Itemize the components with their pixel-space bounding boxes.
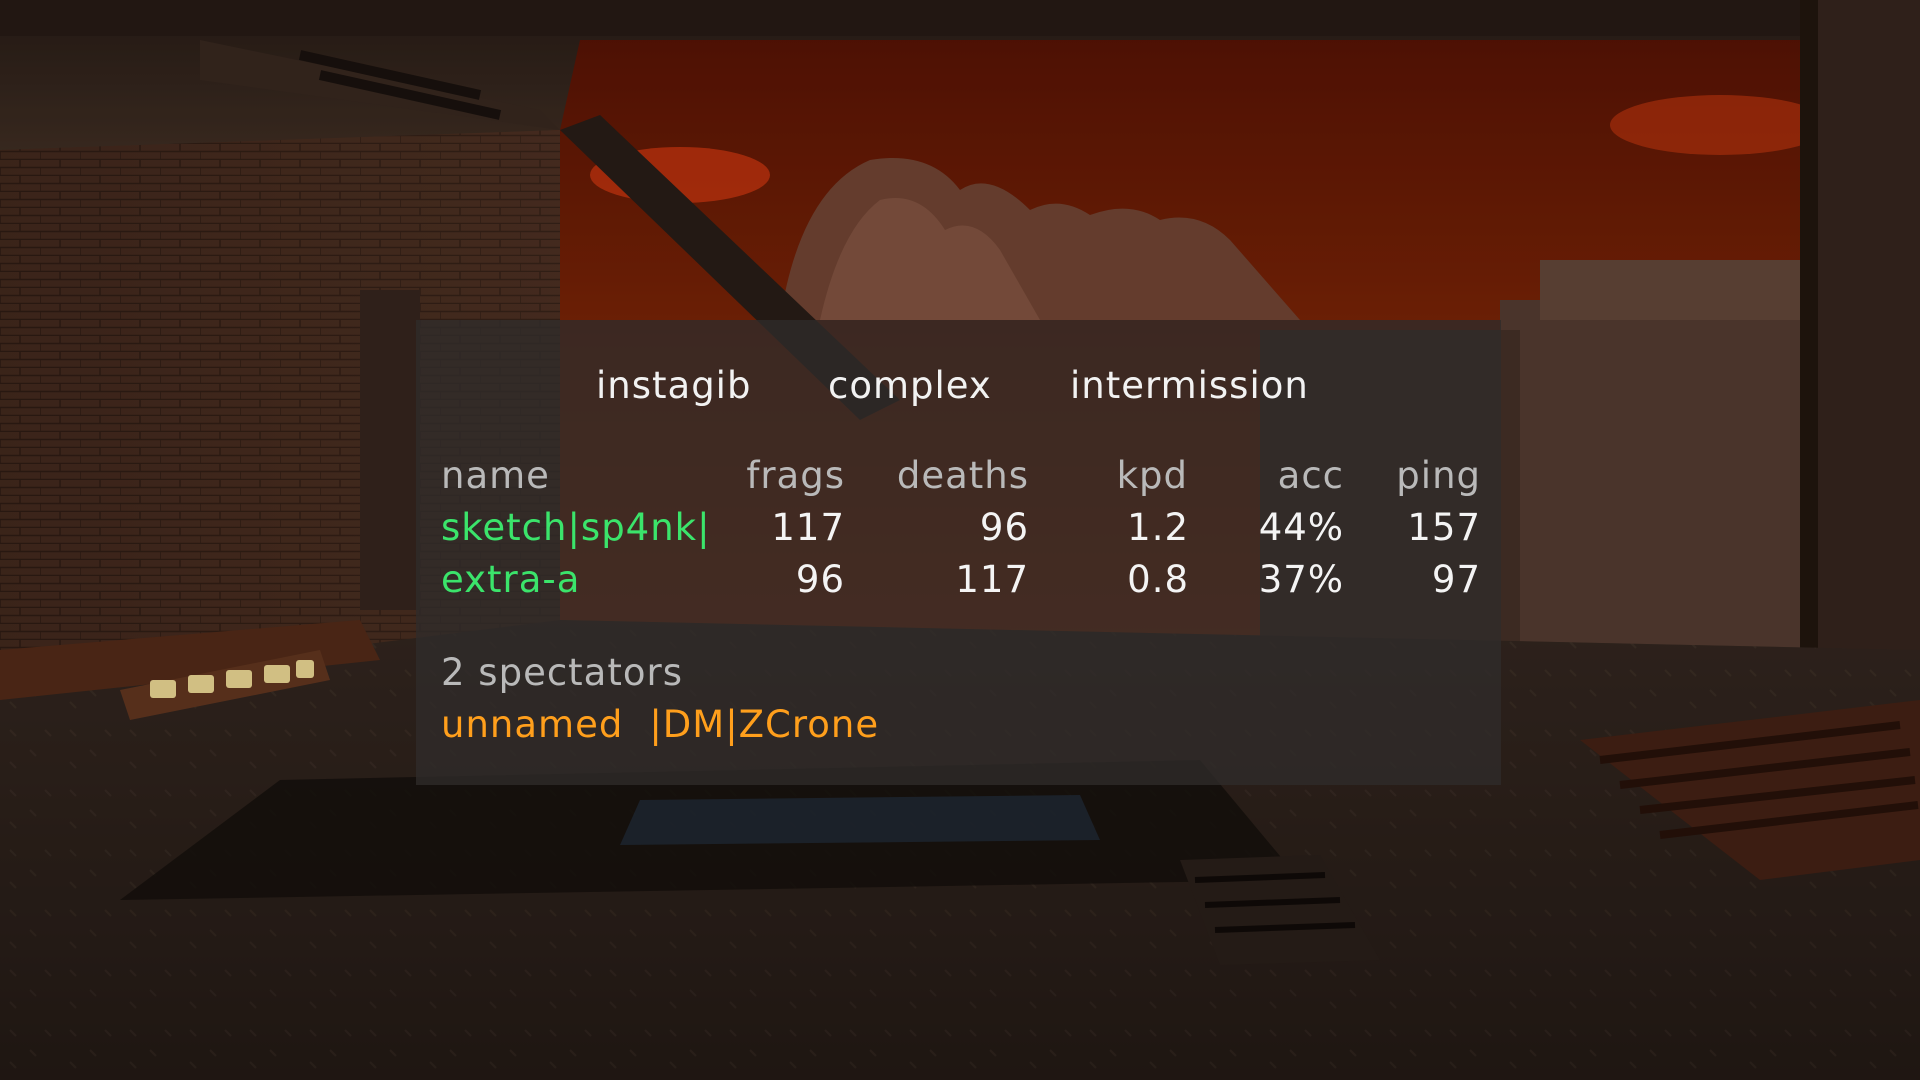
player-deaths: 96 xyxy=(979,506,1029,549)
spectator-name: |DM|ZCrone xyxy=(649,703,880,746)
player-frags: 96 xyxy=(795,558,845,601)
player-accuracy: 37% xyxy=(1258,558,1344,601)
map-name-label: complex xyxy=(828,364,992,407)
column-header-acc: acc xyxy=(1277,454,1344,497)
column-header-ping: ping xyxy=(1396,454,1481,497)
spectator-count: 2 spectators xyxy=(441,651,683,694)
column-header-name: name xyxy=(441,454,550,497)
game-mode-label: instagib xyxy=(596,364,752,407)
player-name: sketch|sp4nk| xyxy=(441,506,711,549)
player-kpd: 1.2 xyxy=(1127,506,1189,549)
player-kpd: 0.8 xyxy=(1127,558,1189,601)
column-header-kpd: kpd xyxy=(1116,454,1188,497)
player-name: extra-a xyxy=(441,558,581,601)
player-ping: 157 xyxy=(1407,506,1481,549)
spectator-list: unnamed |DM|ZCrone xyxy=(441,703,905,746)
player-deaths: 117 xyxy=(955,558,1029,601)
player-row: sketch|sp4nk| 117 96 1.2 44% 157 xyxy=(441,506,1481,556)
match-state-label: intermission xyxy=(1070,364,1309,407)
player-row: extra-a 96 117 0.8 37% 97 xyxy=(441,558,1481,608)
column-header-frags: frags xyxy=(746,454,845,497)
scoreboard-header-row: name frags deaths kpd acc ping xyxy=(441,454,1481,504)
scoreboard-panel: instagib complex intermission name frags… xyxy=(416,320,1501,785)
player-frags: 117 xyxy=(771,506,845,549)
scoreboard-title-row: instagib complex intermission xyxy=(416,364,1501,414)
player-accuracy: 44% xyxy=(1258,506,1344,549)
spectator-name: unnamed xyxy=(441,703,624,746)
column-header-deaths: deaths xyxy=(896,454,1029,497)
player-ping: 97 xyxy=(1431,558,1481,601)
